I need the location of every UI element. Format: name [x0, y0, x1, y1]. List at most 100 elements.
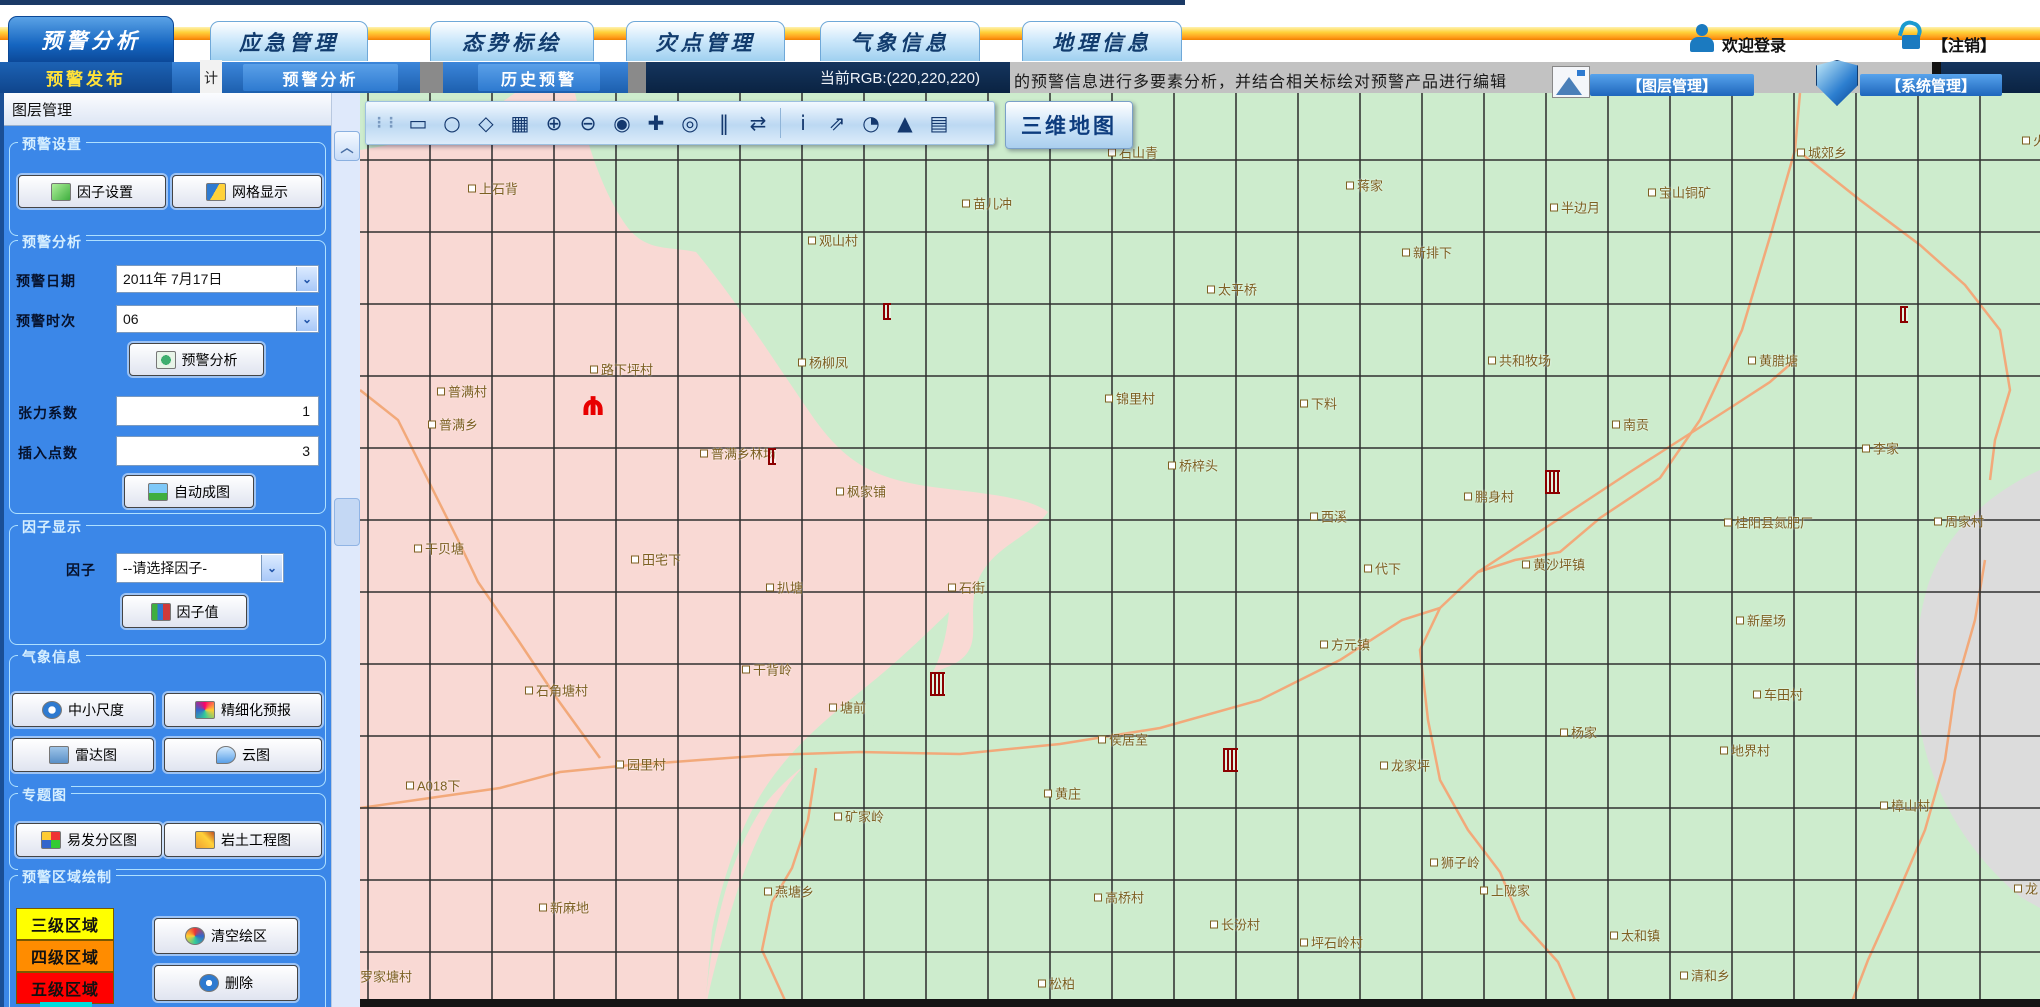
layer-manager-button[interactable]: 【图层管理】	[1590, 74, 1754, 96]
place-marker	[1748, 356, 1756, 364]
level3-region-swatch[interactable]: 三级区域	[16, 908, 114, 940]
map-3d-button[interactable]: 三维地图	[1005, 101, 1133, 149]
pause-icon[interactable]: ‖	[708, 107, 740, 139]
place-marker	[1430, 858, 1438, 866]
map-place-label: 普满乡林场	[700, 444, 776, 463]
factor-settings-button[interactable]: 因子设置	[18, 175, 166, 208]
geotech-map-button[interactable]: 岩土工程图	[164, 823, 322, 857]
map-place-label: 代下	[1364, 559, 1401, 578]
snapshot-icon[interactable]: ◔	[855, 107, 887, 139]
place-marker	[437, 387, 445, 395]
susceptibility-zone-map-button[interactable]: 易发分区图	[16, 823, 162, 857]
warning-time-select[interactable]: 06 ⌄	[116, 305, 319, 333]
radar-chart-button[interactable]: 雷达图	[12, 738, 154, 772]
map-place-label: 共和牧场	[1488, 351, 1551, 370]
place-marker	[1560, 728, 1568, 736]
map-place-label: 苗儿冲	[962, 194, 1012, 213]
place-marker	[1038, 979, 1046, 987]
grid-icon[interactable]: ▦	[504, 107, 536, 139]
subtab-separator	[628, 62, 646, 93]
zoom-in-icon[interactable]: ⊕	[538, 107, 570, 139]
system-manager-button[interactable]: 【系统管理】	[1860, 74, 2002, 96]
warning-analyze-button[interactable]: 预警分析	[129, 343, 264, 376]
full-extent-icon[interactable]: ◉	[606, 107, 638, 139]
mesoscale-button[interactable]: 中小尺度	[12, 693, 154, 727]
place-marker	[766, 583, 774, 591]
level4-region-swatch[interactable]: 四级区域	[16, 940, 114, 972]
scrollbar-thumb[interactable]	[334, 498, 360, 546]
place-marker	[1044, 789, 1052, 797]
logout-button[interactable]: 【注销】	[1932, 32, 1996, 56]
place-marker	[700, 449, 708, 457]
map-place-label: 周家村	[1934, 512, 1984, 531]
marquee-text: 的预警信息进行多要素分析，并结合相关标绘对预警产品进行编辑	[1014, 68, 1507, 92]
ellipse-select-icon[interactable]: ○	[436, 107, 468, 139]
refresh-icon[interactable]: ⇄	[742, 107, 774, 139]
toolbar-grip[interactable]: ⋮⋮	[372, 115, 396, 131]
grid-display-button[interactable]: 网格显示	[172, 175, 322, 208]
fine-forecast-button[interactable]: 精细化预报	[164, 693, 322, 727]
map-canvas[interactable]: 上石背观山村苗儿冲石山青蒋家城郊乡火半边月宝山铜矿新排下太平桥杨柳凤锦里村共和牧…	[360, 93, 2040, 1007]
main-tab-3[interactable]: 态势标绘	[430, 21, 594, 61]
factor-value-button[interactable]: 因子值	[122, 595, 247, 628]
button-label: 雷达图	[75, 745, 117, 765]
main-tab-4[interactable]: 灾点管理	[626, 21, 785, 61]
main-tab-1[interactable]: 预警分析	[8, 16, 174, 63]
subtab-separator	[420, 62, 443, 93]
map-place-label: 黄庄	[1044, 784, 1081, 803]
delete-button[interactable]: 删除	[154, 965, 298, 1001]
polygon-select-icon[interactable]: ◇	[470, 107, 502, 139]
unlock-icon	[1898, 21, 1924, 53]
zoom-previous-icon[interactable]: ◎	[674, 107, 706, 139]
hazard-cluster-marker	[1900, 306, 1908, 323]
info-icon[interactable]: i	[787, 107, 819, 139]
insert-points-label: 插入点数	[18, 443, 78, 463]
group-label: 预警分析	[18, 232, 86, 252]
map-place-label: 新麻地	[539, 898, 589, 917]
place-marker	[1098, 735, 1106, 743]
place-marker	[2014, 884, 2022, 892]
pan-icon[interactable]: ✚	[640, 107, 672, 139]
map-place-label: 龙	[2014, 879, 2038, 898]
map-place-label: 坪石岭村	[1300, 933, 1363, 952]
sidebar-scrollbar[interactable]: ︿	[331, 93, 360, 1007]
welcome-login-link[interactable]: 欢迎登录	[1722, 32, 1786, 56]
level5-region-swatch[interactable]: 五级区域	[16, 972, 114, 1004]
clear-regions-icon	[185, 927, 205, 945]
map-place-label: 锦里村	[1105, 389, 1155, 408]
map-place-label: 矿家岭	[834, 807, 884, 826]
place-marker	[1108, 148, 1116, 156]
export-icon[interactable]: ⇗	[821, 107, 853, 139]
auto-plot-button[interactable]: 自动成图	[124, 475, 254, 508]
chevron-down-icon[interactable]: ⌄	[261, 555, 282, 581]
zoom-out-icon[interactable]: ⊖	[572, 107, 604, 139]
scroll-up-button[interactable]: ︿	[334, 131, 360, 161]
map-place-label: 罗家塘村	[360, 967, 412, 986]
main-tab-5[interactable]: 气象信息	[820, 21, 980, 61]
subtab-warning-publish[interactable]: 预警发布	[0, 62, 172, 93]
map-place-label: 观山村	[808, 231, 858, 250]
place-marker	[764, 887, 772, 895]
tension-coeff-input[interactable]: 1	[116, 396, 319, 426]
measure-icon[interactable]: ▭	[402, 107, 434, 139]
clear-drawn-regions-button[interactable]: 清空绘区	[154, 918, 298, 954]
cloud-chart-button[interactable]: 云图	[164, 738, 322, 772]
main-tab-2[interactable]: 应急管理	[210, 21, 368, 61]
warning-time-label: 预警时次	[16, 311, 76, 331]
warning-date-select[interactable]: 2011年 7月17日 ⌄	[116, 265, 319, 293]
subtab-history-warning[interactable]: 历史预警	[478, 64, 600, 91]
layer-manager-icon	[1552, 66, 1590, 98]
print-icon[interactable]: ▤	[923, 107, 955, 139]
place-marker	[1648, 188, 1656, 196]
red-draw-pointer: Ψ	[582, 389, 604, 419]
place-marker	[1753, 690, 1761, 698]
main-tab-6[interactable]: 地理信息	[1022, 21, 1182, 61]
subtab-warning-analysis[interactable]: 预警分析	[243, 64, 398, 91]
save-icon[interactable]: ▲	[889, 107, 921, 139]
button-label: 预警分析	[182, 350, 238, 370]
chevron-down-icon[interactable]: ⌄	[296, 307, 317, 331]
hazard-cluster-marker	[930, 672, 945, 696]
factor-select[interactable]: --请选择因子- ⌄	[116, 553, 284, 583]
insert-points-input[interactable]: 3	[116, 436, 319, 466]
chevron-down-icon[interactable]: ⌄	[296, 267, 317, 291]
